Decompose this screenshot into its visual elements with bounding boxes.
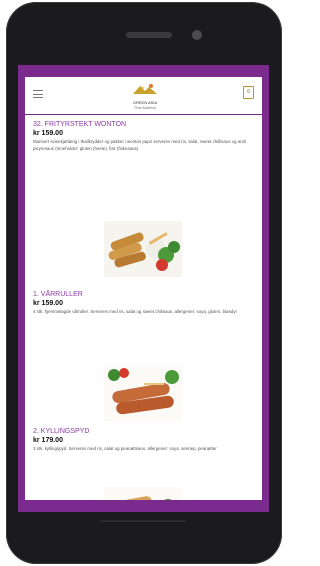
site-header: GREEN ASIA Thai Mattern 0 — [25, 77, 262, 114]
brand-subtitle: Thai Mattern — [133, 105, 157, 110]
item-price: kr 179.00 — [33, 437, 63, 444]
item-price: kr 159.00 — [33, 130, 63, 137]
menu-list: 32. FRITYRSTEKT WONTON kr 159.00 Mariner… — [25, 115, 262, 500]
menu-item[interactable]: 2. KYLLINGSPYD kr 179.00 3 stk. kyllings… — [33, 427, 257, 453]
spring-roll-image[interactable] — [104, 221, 182, 277]
item-description: 4 stk. hjemmelagde vårruller. Serveres m… — [33, 309, 238, 314]
menu-item[interactable]: 1. VÅRRULLER kr 159.00 4 stk. hjemmelagd… — [33, 290, 257, 316]
speaker-grille — [126, 32, 172, 38]
chicken-skewer-image[interactable] — [104, 365, 182, 421]
chicken-skewer-image[interactable] — [104, 487, 182, 500]
cart-button[interactable]: 0 — [243, 86, 254, 99]
menu-item[interactable]: 32. FRITYRSTEKT WONTON kr 159.00 Mariner… — [33, 120, 257, 153]
home-bar — [100, 520, 186, 522]
item-title[interactable]: 2. KYLLINGSPYD — [33, 427, 257, 436]
cart-count: 0 — [247, 89, 250, 95]
item-description: 3 stk. kyllingspyd. Serveres med ris, sa… — [33, 446, 217, 451]
brand-logo[interactable]: GREEN ASIA Thai Mattern — [129, 82, 161, 110]
camera-icon — [192, 30, 202, 40]
item-description: Marinert svinekjøttdeig i thailkrydder o… — [33, 139, 247, 151]
menu-icon[interactable] — [33, 90, 43, 98]
item-title[interactable]: 32. FRITYRSTEKT WONTON — [33, 120, 257, 129]
item-title[interactable]: 1. VÅRRULLER — [33, 290, 257, 299]
item-price: kr 159.00 — [33, 300, 63, 307]
screen: GREEN ASIA Thai Mattern 0 32. FRITYRSTEK… — [18, 65, 269, 512]
